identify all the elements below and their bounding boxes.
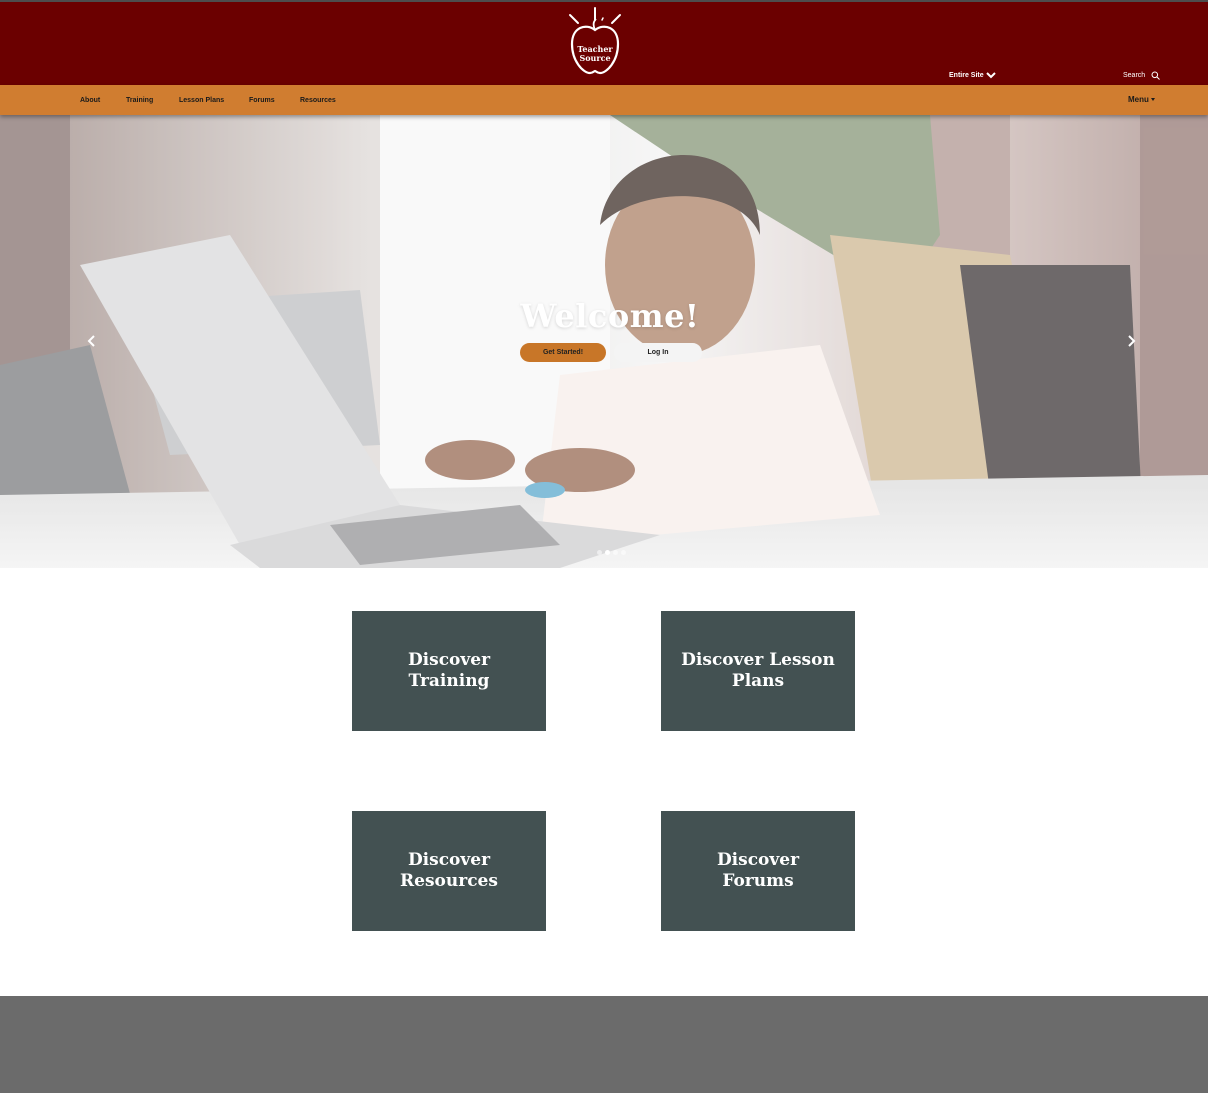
site-header: Teacher Source Entire Site Search [0,0,1208,85]
discover-resources-card[interactable]: Discover Resources [352,811,546,931]
search-icon[interactable] [1151,71,1161,80]
menu-dropdown[interactable]: Menu [1128,95,1155,104]
teacher-source-logo[interactable]: Teacher Source [566,6,624,78]
nav-link-about[interactable]: About [80,97,100,104]
carousel-next-button[interactable] [1125,334,1137,348]
chevron-left-icon [87,335,95,347]
main-nav: About Training Lesson Plans Forums Resou… [0,85,1208,115]
search-scope-dropdown[interactable]: Entire Site [949,71,996,79]
discover-forums-card[interactable]: Discover Forums [661,811,855,931]
carousel-dot[interactable] [621,550,626,555]
carousel-dot-active[interactable] [605,550,610,555]
logo-text-line2: Source [579,53,610,63]
apple-logo-icon: Teacher Source [569,7,621,75]
site-footer [0,996,1208,1093]
get-started-button[interactable]: Get Started! [520,343,606,362]
discover-lesson-plans-card[interactable]: Discover Lesson Plans [661,611,855,731]
nav-link-training[interactable]: Training [126,97,153,104]
nav-link-forums[interactable]: Forums [249,97,275,104]
discover-training-card[interactable]: Discover Training [352,611,546,731]
chevron-down-icon [985,72,996,79]
log-in-button[interactable]: Log In [614,343,702,362]
nav-link-lesson-plans[interactable]: Lesson Plans [179,97,224,104]
search-field[interactable]: Search [1123,71,1161,80]
carousel-dot[interactable] [597,550,602,555]
chevron-right-icon [1128,335,1136,347]
carousel-indicators [597,550,626,555]
hero-carousel: Welcome! Get Started! Log In [0,115,1208,568]
carousel-prev-button[interactable] [86,334,98,348]
hero-overlay [0,115,1208,568]
hero-title: Welcome! [520,297,700,335]
search-label: Search [1123,72,1146,79]
nav-link-resources[interactable]: Resources [300,97,336,104]
carousel-dot[interactable] [613,550,618,555]
caret-down-icon [1150,98,1155,101]
menu-label: Menu [1128,95,1149,104]
search-scope-label: Entire Site [949,71,984,79]
